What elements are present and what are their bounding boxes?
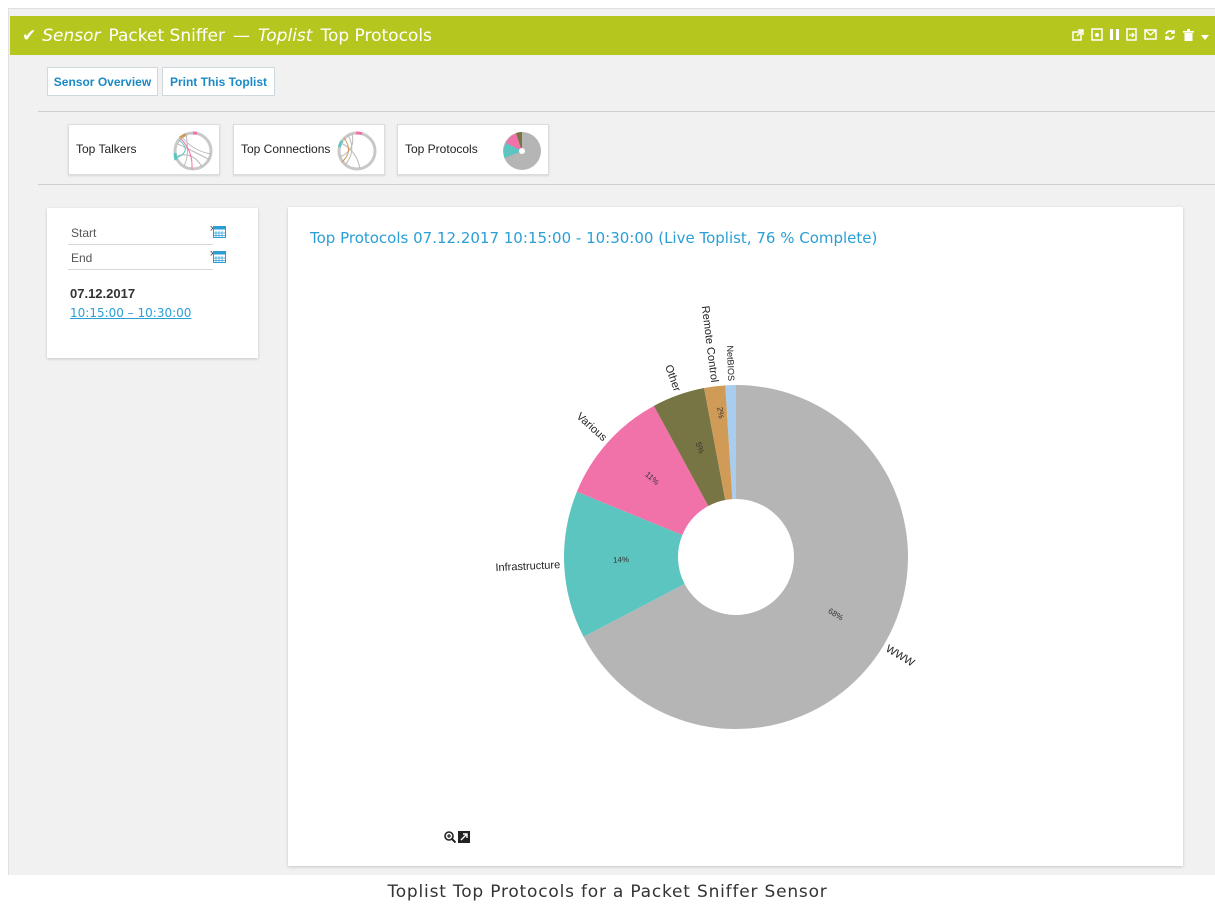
slice-value-label: 14% bbox=[613, 555, 629, 565]
slice-category-label: Infrastructure bbox=[495, 559, 560, 574]
chord-thumbnail-icon bbox=[173, 131, 213, 171]
sensor-overview-button[interactable]: Sensor Overview bbox=[47, 67, 158, 96]
email-icon[interactable] bbox=[1144, 29, 1157, 42]
title-separator: — bbox=[233, 25, 250, 46]
time-range-link[interactable]: 10:15:00 – 10:30:00 bbox=[70, 306, 191, 320]
check-icon: ✔ bbox=[22, 25, 37, 46]
sensor-name: Packet Sniffer bbox=[108, 25, 225, 46]
tile-label: Top Protocols bbox=[405, 142, 478, 156]
divider bbox=[38, 111, 1215, 112]
zoom-icon[interactable] bbox=[444, 831, 456, 843]
tile-top-talkers[interactable]: Top Talkers bbox=[68, 124, 220, 175]
chord-thumbnail-icon bbox=[337, 131, 377, 171]
pause-icon[interactable] bbox=[1110, 29, 1119, 42]
end-placeholder: End bbox=[71, 251, 93, 265]
expand-icon[interactable] bbox=[458, 831, 470, 843]
date-filter-card: Start × End × 07.12.2017 10:15:00 – 10:3… bbox=[47, 208, 258, 358]
sensor-type-label: Sensor bbox=[42, 25, 101, 46]
export-icon[interactable] bbox=[1126, 28, 1137, 43]
chart-card: Top Protocols 07.12.2017 10:15:00 - 10:3… bbox=[288, 207, 1183, 866]
chart-controls bbox=[444, 831, 470, 843]
tile-top-connections[interactable]: Top Connections bbox=[233, 124, 385, 175]
pie-thumbnail-icon bbox=[503, 132, 541, 170]
pdf-icon[interactable] bbox=[1091, 28, 1103, 43]
slice-value-label: 2% bbox=[715, 407, 725, 420]
start-date-field[interactable]: Start × bbox=[68, 221, 226, 245]
tile-top-protocols[interactable]: Top Protocols bbox=[397, 124, 549, 175]
external-link-icon[interactable] bbox=[1072, 28, 1084, 43]
slice-category-label: NetBIOS bbox=[725, 345, 736, 381]
figure-caption: Toplist Top Protocols for a Packet Sniff… bbox=[387, 882, 828, 902]
selected-date: 07.12.2017 bbox=[70, 286, 136, 301]
calendar-icon[interactable] bbox=[213, 225, 226, 238]
start-placeholder: Start bbox=[71, 226, 97, 240]
pie-chart: 68%WWW14%Infrastructure11%Various5%Other… bbox=[495, 305, 917, 729]
slice-category-label: Remote Control bbox=[699, 305, 720, 383]
title-actions bbox=[1072, 16, 1209, 55]
refresh-icon[interactable] bbox=[1164, 29, 1176, 43]
chart-title: Top Protocols 07.12.2017 10:15:00 - 10:3… bbox=[310, 229, 878, 247]
chevron-down-icon[interactable] bbox=[1201, 30, 1209, 42]
slice-category-label: Various bbox=[574, 411, 610, 445]
divider bbox=[38, 184, 1215, 185]
slice-category-label: Other bbox=[662, 363, 683, 393]
end-date-field[interactable]: End × bbox=[68, 246, 226, 270]
title-bar: ✔ Sensor Packet Sniffer — Toplist Top Pr… bbox=[10, 16, 1215, 55]
trash-icon[interactable] bbox=[1183, 28, 1194, 43]
tile-label: Top Connections bbox=[241, 142, 331, 156]
slice-category-label: WWW bbox=[884, 643, 917, 670]
toplist-name: Top Protocols bbox=[320, 25, 432, 46]
toplist-type-label: Toplist bbox=[258, 25, 313, 46]
calendar-icon[interactable] bbox=[213, 250, 226, 263]
print-toplist-button[interactable]: Print This Toplist bbox=[162, 67, 275, 96]
tile-label: Top Talkers bbox=[76, 142, 137, 156]
